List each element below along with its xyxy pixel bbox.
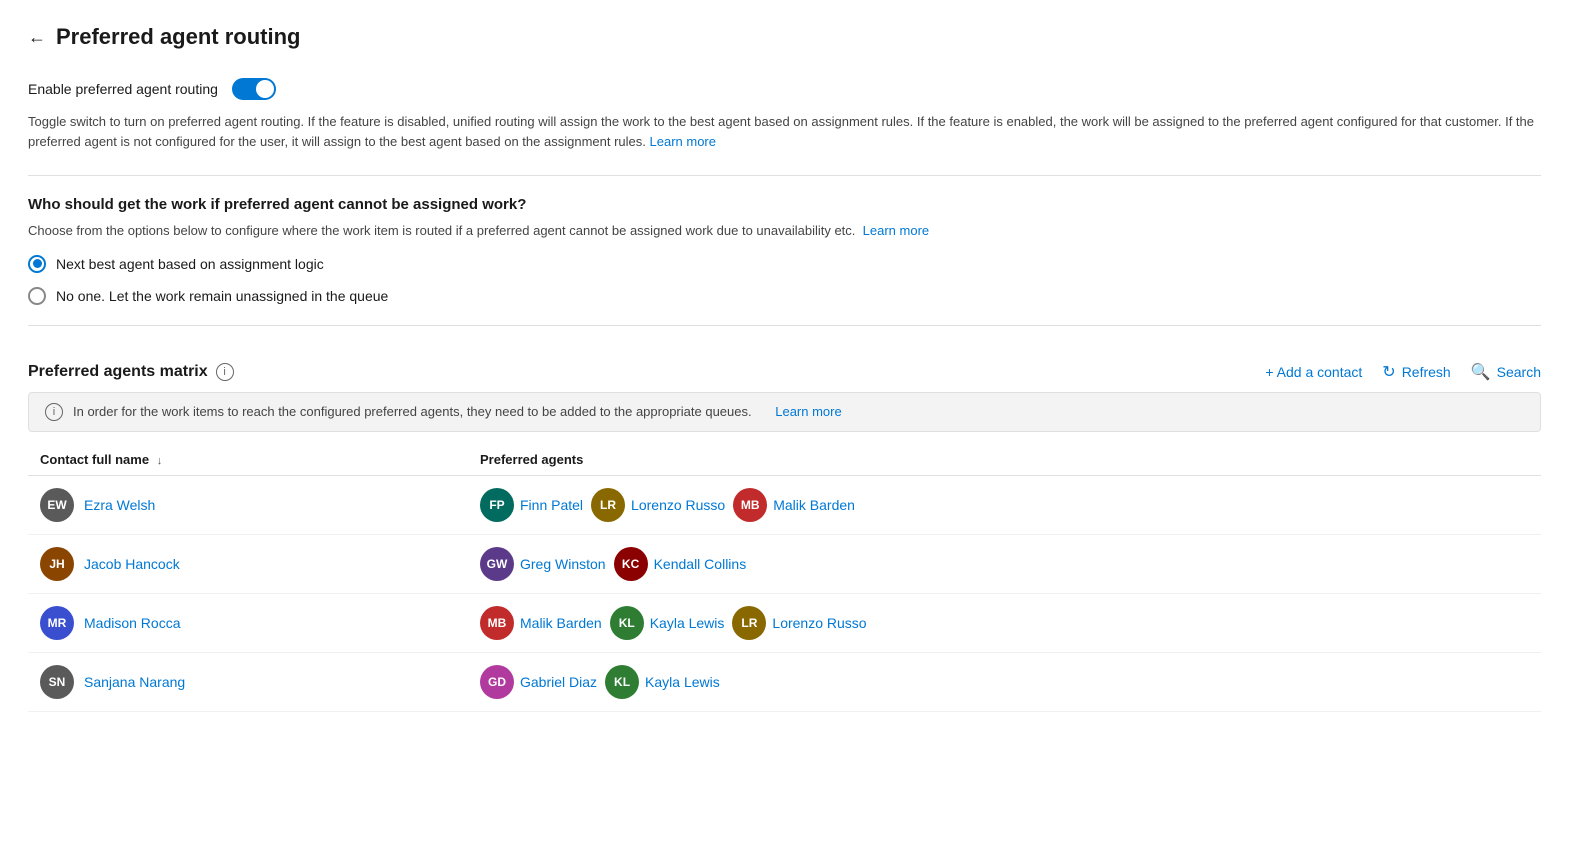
agent-name[interactable]: Lorenzo Russo [631, 497, 725, 513]
routing-learn-more-link[interactable]: Learn more [863, 223, 929, 238]
banner-text: In order for the work items to reach the… [73, 404, 752, 419]
agent-chip: MB Malik Barden [480, 606, 602, 640]
routing-heading: Who should get the work if preferred age… [28, 196, 1541, 213]
preferred-agents-table: Contact full name ↓ Preferred agents EWE… [28, 444, 1541, 712]
toggle-row: Enable preferred agent routing [28, 78, 1541, 100]
matrix-header: Preferred agents matrix i + Add a contac… [28, 346, 1541, 392]
table-row: EW Ezra Welsh FP Finn Patel LR Lorenzo Russo M… [28, 476, 1541, 535]
radio-label-next-best: Next best agent based on assignment logi… [56, 256, 324, 272]
agent-name[interactable]: Malik Barden [520, 615, 602, 631]
contact-cell: EW Ezra Welsh [40, 488, 480, 522]
table-row: SN Sanjana Narang GD Gabriel Diaz KL Kayla Le… [28, 653, 1541, 712]
radio-btn-no-one[interactable] [28, 287, 46, 305]
agent-avatar: GW [480, 547, 514, 581]
contact-name[interactable]: Sanjana Narang [84, 674, 185, 690]
agent-avatar: KL [610, 606, 644, 640]
agent-avatar: MB [733, 488, 767, 522]
banner-info-icon: i [45, 403, 63, 421]
add-contact-label: + Add a contact [1265, 364, 1362, 380]
agents-cell: GD Gabriel Diaz KL Kayla Lewis [480, 665, 1529, 699]
toggle-section: Enable preferred agent routing Toggle sw… [28, 78, 1541, 175]
toggle-learn-more-link[interactable]: Learn more [650, 134, 716, 149]
agent-chip: LR Lorenzo Russo [591, 488, 725, 522]
toggle-description: Toggle switch to turn on preferred agent… [28, 112, 1541, 151]
matrix-title: Preferred agents matrix [28, 363, 208, 381]
agent-chip: GD Gabriel Diaz [480, 665, 597, 699]
matrix-info-icon[interactable]: i [216, 363, 234, 381]
add-contact-button[interactable]: + Add a contact [1265, 364, 1362, 380]
agent-name[interactable]: Gabriel Diaz [520, 674, 597, 690]
agent-name[interactable]: Finn Patel [520, 497, 583, 513]
radio-option-next-best[interactable]: Next best agent based on assignment logi… [28, 255, 1541, 273]
contact-avatar: MR [40, 606, 74, 640]
contact-cell: JH Jacob Hancock [40, 547, 480, 581]
agent-avatar: FP [480, 488, 514, 522]
search-label: Search [1497, 364, 1541, 380]
enable-routing-toggle[interactable] [232, 78, 276, 100]
search-button[interactable]: 🔍 Search [1471, 362, 1541, 382]
routing-section: Who should get the work if preferred age… [28, 175, 1541, 325]
agents-cell: MB Malik Barden KL Kayla Lewis LR Lorenzo Rus… [480, 606, 1529, 640]
agent-chip: FP Finn Patel [480, 488, 583, 522]
toggle-label: Enable preferred agent routing [28, 81, 218, 97]
table-body: EWEzra WelshFPFinn PatelLRLorenzo RussoM… [28, 476, 1541, 712]
table-row: MR Madison Rocca MB Malik Barden KL Kayla Lew… [28, 594, 1541, 653]
agent-name[interactable]: Lorenzo Russo [772, 615, 866, 631]
agent-avatar: LR [591, 488, 625, 522]
radio-btn-next-best[interactable] [28, 255, 46, 273]
search-icon: 🔍 [1471, 362, 1491, 382]
table-row: JH Jacob Hancock GW Greg Winston KC Kendall C… [28, 535, 1541, 594]
agent-name[interactable]: Malik Barden [773, 497, 855, 513]
contact-name[interactable]: Ezra Welsh [84, 497, 155, 513]
agent-chip: LR Lorenzo Russo [732, 606, 866, 640]
banner-learn-more-link[interactable]: Learn more [775, 404, 841, 419]
radio-group: Next best agent based on assignment logi… [28, 255, 1541, 305]
agent-avatar: LR [732, 606, 766, 640]
contact-avatar: EW [40, 488, 74, 522]
matrix-section: Preferred agents matrix i + Add a contac… [28, 325, 1541, 732]
sort-icon[interactable]: ↓ [157, 455, 163, 467]
radio-option-no-one[interactable]: No one. Let the work remain unassigned i… [28, 287, 1541, 305]
agent-chip: KC Kendall Collins [614, 547, 747, 581]
page-container: ← Preferred agent routing Enable preferr… [0, 0, 1569, 847]
agent-avatar: MB [480, 606, 514, 640]
back-button[interactable]: ← [28, 27, 46, 48]
matrix-actions: + Add a contact ↻ Refresh 🔍 Search [1265, 362, 1541, 382]
agent-chip: KL Kayla Lewis [610, 606, 725, 640]
agents-cell: FP Finn Patel LR Lorenzo Russo MB Malik Barde… [480, 488, 1529, 522]
refresh-button[interactable]: ↻ Refresh [1382, 362, 1450, 382]
page-header: ← Preferred agent routing [28, 24, 1541, 50]
agent-chip: MB Malik Barden [733, 488, 855, 522]
agent-chip: GW Greg Winston [480, 547, 606, 581]
agent-name[interactable]: Kendall Collins [654, 556, 747, 572]
agent-name[interactable]: Greg Winston [520, 556, 606, 572]
refresh-icon: ↻ [1382, 362, 1395, 382]
radio-label-no-one: No one. Let the work remain unassigned i… [56, 288, 388, 304]
info-banner: i In order for the work items to reach t… [28, 392, 1541, 432]
col-preferred-agents: Preferred agents [480, 452, 1529, 467]
agent-avatar: GD [480, 665, 514, 699]
col-contact-name: Contact full name ↓ [40, 452, 480, 467]
contact-cell: SN Sanjana Narang [40, 665, 480, 699]
agent-name[interactable]: Kayla Lewis [645, 674, 720, 690]
contact-name[interactable]: Madison Rocca [84, 615, 181, 631]
matrix-title-row: Preferred agents matrix i [28, 363, 234, 381]
contact-avatar: JH [40, 547, 74, 581]
agent-avatar: KL [605, 665, 639, 699]
contact-name[interactable]: Jacob Hancock [84, 556, 180, 572]
contact-cell: MR Madison Rocca [40, 606, 480, 640]
refresh-label: Refresh [1402, 364, 1451, 380]
agent-chip: KL Kayla Lewis [605, 665, 720, 699]
routing-description: Choose from the options below to configu… [28, 221, 1541, 241]
agent-avatar: KC [614, 547, 648, 581]
contact-avatar: SN [40, 665, 74, 699]
agent-name[interactable]: Kayla Lewis [650, 615, 725, 631]
table-header-row: Contact full name ↓ Preferred agents [28, 444, 1541, 476]
page-title: Preferred agent routing [56, 24, 300, 50]
agents-cell: GW Greg Winston KC Kendall Collins [480, 547, 1529, 581]
